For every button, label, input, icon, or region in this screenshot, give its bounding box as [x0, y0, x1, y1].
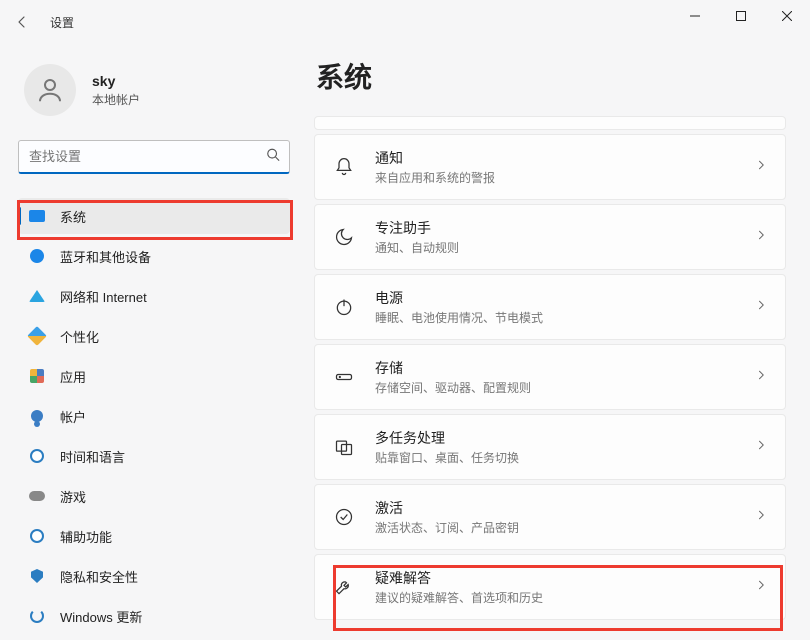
- settings-card-multitasking[interactable]: 多任务处理 贴靠窗口、桌面、任务切换: [314, 414, 786, 480]
- sidebar-item-label: 隐私和安全性: [60, 567, 138, 586]
- settings-card-storage[interactable]: 存储 存储空间、驱动器、配置规则: [314, 344, 786, 410]
- system-icon: [28, 207, 46, 225]
- card-sub: 来自应用和系统的警报: [375, 169, 735, 186]
- card-title: 疑难解答: [375, 568, 735, 588]
- sidebar-item-label: 应用: [60, 367, 86, 386]
- titlebar: 设置: [0, 0, 810, 44]
- settings-card-activation[interactable]: 激活 激活状态、订阅、产品密钥: [314, 484, 786, 550]
- sidebar-item-label: 蓝牙和其他设备: [60, 247, 151, 266]
- back-button[interactable]: [10, 10, 34, 34]
- chevron-right-icon: [755, 578, 767, 596]
- card-title: 电源: [375, 288, 735, 308]
- apps-icon: [28, 367, 46, 385]
- sidebar-item-personalization[interactable]: 个性化: [18, 318, 290, 354]
- sidebar-item-label: 时间和语言: [60, 447, 125, 466]
- card-title: 多任务处理: [375, 428, 735, 448]
- moon-icon: [333, 226, 355, 248]
- minimize-button[interactable]: [672, 0, 718, 32]
- sidebar-item-accounts[interactable]: 帐户: [18, 398, 290, 434]
- gaming-icon: [28, 487, 46, 505]
- settings-card-focus-assist[interactable]: 专注助手 通知、自动规则: [314, 204, 786, 270]
- bell-icon: [333, 156, 355, 178]
- page-title: 系统: [314, 56, 786, 96]
- sidebar-item-privacy[interactable]: 隐私和安全性: [18, 558, 290, 594]
- settings-card-troubleshoot[interactable]: 疑难解答 建议的疑难解答、首选项和历史: [314, 554, 786, 620]
- card-sub: 通知、自动规则: [375, 239, 735, 256]
- chevron-right-icon: [755, 158, 767, 176]
- wifi-icon: [28, 287, 46, 305]
- account-name: sky: [92, 73, 140, 89]
- settings-card-power[interactable]: 电源 睡眠、电池使用情况、节电模式: [314, 274, 786, 340]
- multitasking-icon: [333, 436, 355, 458]
- sidebar-item-label: 个性化: [60, 327, 99, 346]
- checkmark-icon: [333, 506, 355, 528]
- sidebar-item-label: 游戏: [60, 487, 86, 506]
- wrench-icon: [333, 576, 355, 598]
- chevron-right-icon: [755, 368, 767, 386]
- storage-icon: [333, 366, 355, 388]
- accessibility-icon: [28, 527, 46, 545]
- sidebar-item-time-language[interactable]: 时间和语言: [18, 438, 290, 474]
- sidebar-item-bluetooth[interactable]: 蓝牙和其他设备: [18, 238, 290, 274]
- personalization-icon: [28, 327, 46, 345]
- sidebar-item-accessibility[interactable]: 辅助功能: [18, 518, 290, 554]
- maximize-button[interactable]: [718, 0, 764, 32]
- sidebar-item-label: 网络和 Internet: [60, 287, 147, 306]
- sidebar-item-label: 辅助功能: [60, 527, 112, 546]
- card-title: 专注助手: [375, 218, 735, 238]
- sidebar-item-windows-update[interactable]: Windows 更新: [18, 598, 290, 634]
- avatar: [24, 64, 76, 116]
- update-icon: [28, 607, 46, 625]
- chevron-right-icon: [755, 438, 767, 456]
- power-icon: [333, 296, 355, 318]
- settings-card-notifications[interactable]: 通知 来自应用和系统的警报: [314, 134, 786, 200]
- search-icon: [266, 148, 280, 167]
- nav: 系统 蓝牙和其他设备 网络和 Internet 个性化 应用 帐户: [18, 198, 290, 634]
- clock-icon: [28, 447, 46, 465]
- sidebar: sky 本地帐户 系统 蓝牙和其他设备 网络和 Internet: [0, 44, 300, 640]
- search-wrap: [18, 140, 290, 174]
- bluetooth-icon: [28, 247, 46, 265]
- card-sub: 存储空间、驱动器、配置规则: [375, 379, 735, 396]
- sidebar-item-gaming[interactable]: 游戏: [18, 478, 290, 514]
- chevron-right-icon: [755, 298, 767, 316]
- card-sub: 贴靠窗口、桌面、任务切换: [375, 449, 735, 466]
- card-title: 激活: [375, 498, 735, 518]
- settings-card-prev[interactable]: [314, 116, 786, 130]
- card-sub: 建议的疑难解答、首选项和历史: [375, 589, 735, 606]
- accounts-icon: [28, 407, 46, 425]
- account-sub: 本地帐户: [92, 91, 140, 108]
- sidebar-item-label: 系统: [60, 207, 86, 226]
- account-block[interactable]: sky 本地帐户: [18, 44, 290, 140]
- chevron-right-icon: [755, 508, 767, 526]
- sidebar-item-network[interactable]: 网络和 Internet: [18, 278, 290, 314]
- settings-list: 通知 来自应用和系统的警报 专注助手 通知、自动规则: [314, 116, 786, 620]
- sidebar-item-label: 帐户: [60, 407, 86, 426]
- search-input[interactable]: [18, 140, 290, 174]
- sidebar-item-apps[interactable]: 应用: [18, 358, 290, 394]
- window-title: 设置: [50, 14, 74, 31]
- card-sub: 睡眠、电池使用情况、节电模式: [375, 309, 735, 326]
- sidebar-item-system[interactable]: 系统: [18, 198, 290, 234]
- content: 系统 通知 来自应用和系统的警报 专注助: [300, 44, 810, 640]
- card-title: 通知: [375, 148, 735, 168]
- chevron-right-icon: [755, 228, 767, 246]
- card-sub: 激活状态、订阅、产品密钥: [375, 519, 735, 536]
- card-title: 存储: [375, 358, 735, 378]
- close-button[interactable]: [764, 0, 810, 32]
- shield-icon: [28, 567, 46, 585]
- sidebar-item-label: Windows 更新: [60, 607, 142, 626]
